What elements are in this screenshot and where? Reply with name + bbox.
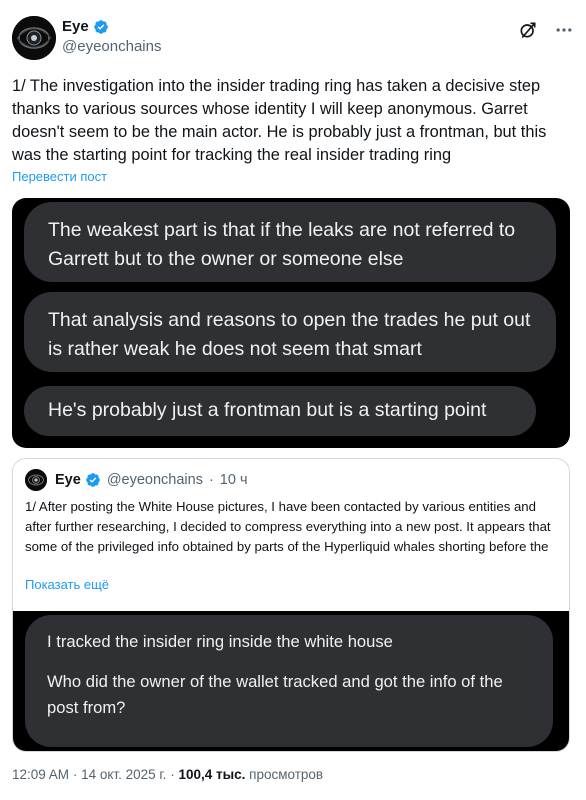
eye-logo-icon: [12, 16, 56, 60]
post-meta: 12:09 AM · 14 окт. 2025 г. · 100,4 тыс. …: [12, 767, 323, 782]
post-text: 1/ The investigation into the insider tr…: [12, 77, 547, 164]
post-time[interactable]: 12:09 AM: [12, 767, 69, 782]
meta-separator: ·: [72, 767, 78, 782]
views-label: просмотров: [249, 767, 324, 782]
meta-separator: ·: [208, 472, 214, 488]
quoted-post-text: 1/ After posting the White House picture…: [25, 499, 551, 554]
post-header: Eye @eyeonchains: [12, 14, 574, 62]
chat-message: I tracked the insider ring inside the wh…: [25, 615, 553, 747]
chat-message: That analysis and reasons to open the tr…: [24, 292, 556, 372]
chat-line: I tracked the insider ring inside the wh…: [47, 632, 393, 651]
verified-badge-icon: [93, 19, 108, 34]
author-name-row: Eye: [62, 18, 109, 35]
translate-post-link[interactable]: Перевести пост: [12, 169, 107, 184]
grok-icon[interactable]: [518, 20, 538, 40]
show-more-link[interactable]: Показать ещё: [25, 577, 109, 592]
post-actions: [518, 20, 574, 40]
chat-message: He's probably just a frontman but is a s…: [24, 386, 536, 436]
meta-separator: ·: [170, 767, 175, 782]
more-icon[interactable]: [554, 20, 574, 40]
author-handle[interactable]: @eyeonchains: [62, 38, 161, 55]
chat-line: Who did the owner of the wallet tracked …: [47, 672, 503, 717]
author-name[interactable]: Eye: [62, 18, 89, 35]
quoted-author-handle: @eyeonchains: [106, 472, 203, 488]
quoted-post-header: Eye @eyeonchains · 10 ч: [25, 469, 248, 491]
chat-message: The weakest part is that if the leaks ar…: [24, 202, 556, 282]
quoted-post[interactable]: Eye @eyeonchains · 10 ч 1/ After posting…: [12, 458, 570, 752]
quoted-author-name: Eye: [55, 472, 81, 488]
attached-image[interactable]: The weakest part is that if the leaks ar…: [12, 198, 570, 448]
quoted-post-image: I tracked the insider ring inside the wh…: [13, 611, 569, 751]
verified-badge-icon: [85, 473, 100, 487]
views-count: 100,4 тыс.: [178, 767, 246, 782]
quoted-avatar: [25, 469, 47, 491]
post-date[interactable]: 14 окт. 2025 г.: [81, 767, 166, 782]
avatar[interactable]: [12, 16, 56, 60]
eye-logo-icon: [25, 469, 47, 491]
quoted-post-time: 10 ч: [219, 472, 248, 488]
